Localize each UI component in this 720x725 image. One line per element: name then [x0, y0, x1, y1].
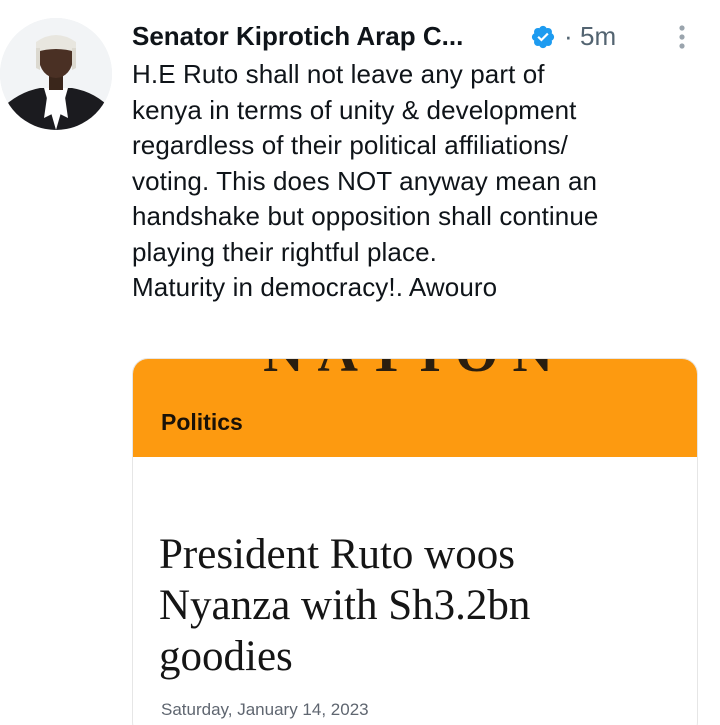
tweet-text-line: regardless of their political affiliatio… — [132, 130, 568, 160]
tweet-timestamp[interactable]: 5m — [580, 19, 616, 53]
attached-news-card[interactable]: NATION Politics President Ruto woos Nyan… — [132, 358, 698, 725]
more-options-icon[interactable] — [675, 23, 689, 51]
tweet-text: H.E Ruto shall not leave any part of ken… — [132, 57, 712, 306]
article-headline: President Ruto woos Nyanza with Sh3.2bn … — [159, 529, 679, 682]
tweet-header: Senator Kiprotich Arap C... · 5m — [132, 19, 702, 55]
tweet-text-line: kenya in terms of unity & development — [132, 94, 577, 125]
tweet-text-line: handshake but opposition shall continue — [132, 201, 599, 231]
author-photo — [0, 18, 112, 130]
tweet-text-line: Maturity in democracy!. Awouro — [132, 272, 498, 302]
newspaper-masthead: NATION — [133, 359, 697, 381]
section-label: Politics — [161, 409, 243, 435]
verified-badge-icon — [531, 25, 555, 49]
headline-line: President Ruto woos — [159, 531, 515, 578]
tweet-text-line: H.E Ruto shall not leave any part of — [132, 59, 545, 89]
timestamp-separator: · — [564, 21, 573, 51]
article-date: Saturday, January 14, 2023 — [161, 700, 369, 719]
card-banner: NATION Politics — [133, 359, 697, 457]
headline-line: Nyanza with Sh3.2bn — [159, 582, 531, 629]
tweet-text-line: voting. This does NOT anyway mean an — [132, 165, 598, 196]
tweet-text-line: playing their rightful place. — [132, 236, 437, 267]
headline-line: goodies — [159, 633, 293, 680]
author-name[interactable]: Senator Kiprotich Arap C... — [132, 19, 463, 53]
author-avatar[interactable] — [0, 18, 112, 130]
